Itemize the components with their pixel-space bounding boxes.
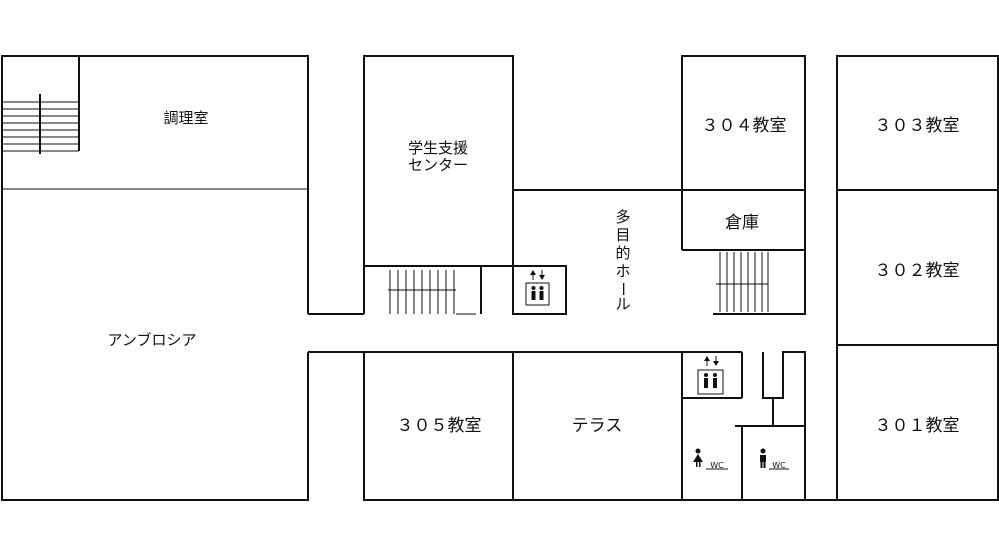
stairs-icon <box>388 270 476 315</box>
stairs-icon <box>2 94 79 154</box>
room-label-302: ３０２教室 <box>875 261 960 281</box>
men-restroom-label: WC <box>772 461 786 470</box>
hall-char: ホ <box>615 262 630 280</box>
room-label-terrace: テラス <box>572 416 623 436</box>
hall-char: ル <box>615 295 630 313</box>
room-label-303: ３０３教室 <box>875 116 960 136</box>
room-label-student-support-line1: 学生支援 <box>408 139 468 157</box>
room-label-cooking: 調理室 <box>163 109 208 127</box>
room-label-304: ３０４教室 <box>702 116 787 136</box>
room304-block <box>681 55 806 315</box>
room-label-storage: 倉庫 <box>725 213 759 233</box>
room-label-student-support-line2: センター <box>408 156 468 174</box>
room-label-305: ３０５教室 <box>397 416 482 436</box>
stairs-icon <box>716 252 769 312</box>
elevator-icon <box>697 356 724 395</box>
floor-plan: 調理室 アンブロシア 学生支援 センター ３０４教室 ３０３教室 倉庫 ３０２教… <box>1 55 999 501</box>
room-label-multipurpose-hall: 多 目 的 ホ ー ル <box>614 208 632 313</box>
hall-char: 多 <box>615 208 630 226</box>
room-label-301: ３０１教室 <box>875 416 960 436</box>
student-support-block <box>363 55 682 314</box>
women-restroom-label: WC <box>710 461 724 470</box>
hall-char: 目 <box>615 226 630 244</box>
hall-char: 的 <box>615 244 630 262</box>
elevator-icon <box>512 265 567 315</box>
room-label-ambrosia: アンブロシア <box>108 331 197 349</box>
